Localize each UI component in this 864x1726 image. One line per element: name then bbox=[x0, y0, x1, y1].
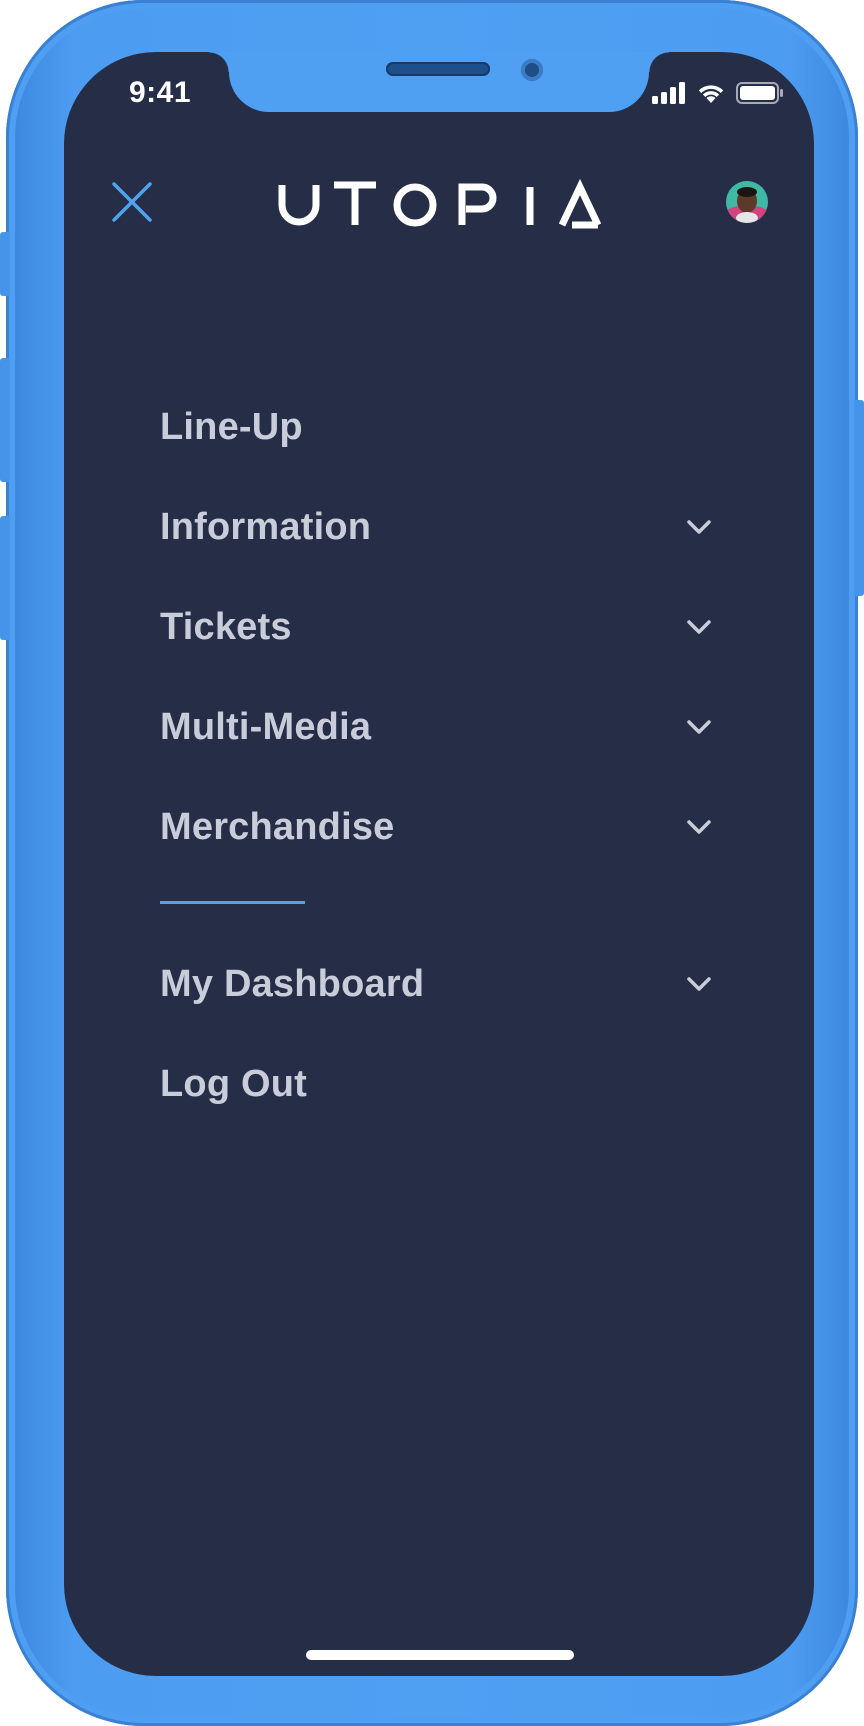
device-notch bbox=[209, 52, 669, 112]
chevron-down-icon[interactable] bbox=[686, 619, 712, 635]
chevron-down-icon[interactable] bbox=[686, 519, 712, 535]
power-button bbox=[854, 400, 864, 596]
close-icon bbox=[112, 182, 152, 222]
menu-item-label: Information bbox=[160, 505, 372, 548]
status-bar-time: 9:41 bbox=[129, 76, 192, 109]
menu-item-tickets[interactable]: Tickets bbox=[160, 577, 720, 677]
main-navigation-menu: Line-Up Information Tickets Multi-Media bbox=[160, 377, 720, 1134]
utopia-logo-mark bbox=[278, 178, 602, 229]
close-menu-button[interactable] bbox=[112, 182, 152, 222]
avatar-icon bbox=[726, 181, 768, 223]
battery-icon bbox=[736, 82, 783, 104]
app-screen: 9:41 Line-Up Information Tickets Multi-M… bbox=[64, 52, 814, 1676]
utopia-logo bbox=[276, 175, 606, 229]
menu-item-merchandise[interactable]: Merchandise bbox=[160, 777, 720, 877]
menu-item-my-dashboard[interactable]: My Dashboard bbox=[160, 934, 720, 1034]
menu-item-label: Line-Up bbox=[160, 405, 303, 448]
chevron-down-icon[interactable] bbox=[686, 976, 712, 992]
menu-divider bbox=[160, 901, 305, 904]
mute-switch bbox=[0, 232, 10, 296]
menu-item-line-up[interactable]: Line-Up bbox=[160, 377, 720, 477]
menu-item-information[interactable]: Information bbox=[160, 477, 720, 577]
chevron-down-icon[interactable] bbox=[686, 719, 712, 735]
menu-item-label: Log Out bbox=[160, 1062, 308, 1105]
menu-item-log-out[interactable]: Log Out bbox=[160, 1034, 720, 1134]
home-indicator[interactable] bbox=[306, 1650, 574, 1660]
wifi-icon bbox=[698, 85, 724, 103]
menu-item-multi-media[interactable]: Multi-Media bbox=[160, 677, 720, 777]
menu-item-label: Merchandise bbox=[160, 805, 395, 848]
volume-up-button bbox=[0, 358, 10, 482]
phone-device-frame: 9:41 Line-Up Information Tickets Multi-M… bbox=[0, 0, 864, 1726]
status-bar-icons bbox=[652, 82, 784, 104]
user-avatar[interactable] bbox=[726, 181, 768, 223]
front-camera bbox=[521, 59, 543, 81]
menu-item-label: My Dashboard bbox=[160, 962, 425, 1005]
earpiece-speaker bbox=[386, 62, 490, 76]
cellular-signal-icon bbox=[652, 82, 685, 104]
chevron-down-icon[interactable] bbox=[686, 819, 712, 835]
volume-down-button bbox=[0, 516, 10, 640]
menu-item-label: Multi-Media bbox=[160, 705, 372, 748]
menu-item-label: Tickets bbox=[160, 605, 292, 648]
